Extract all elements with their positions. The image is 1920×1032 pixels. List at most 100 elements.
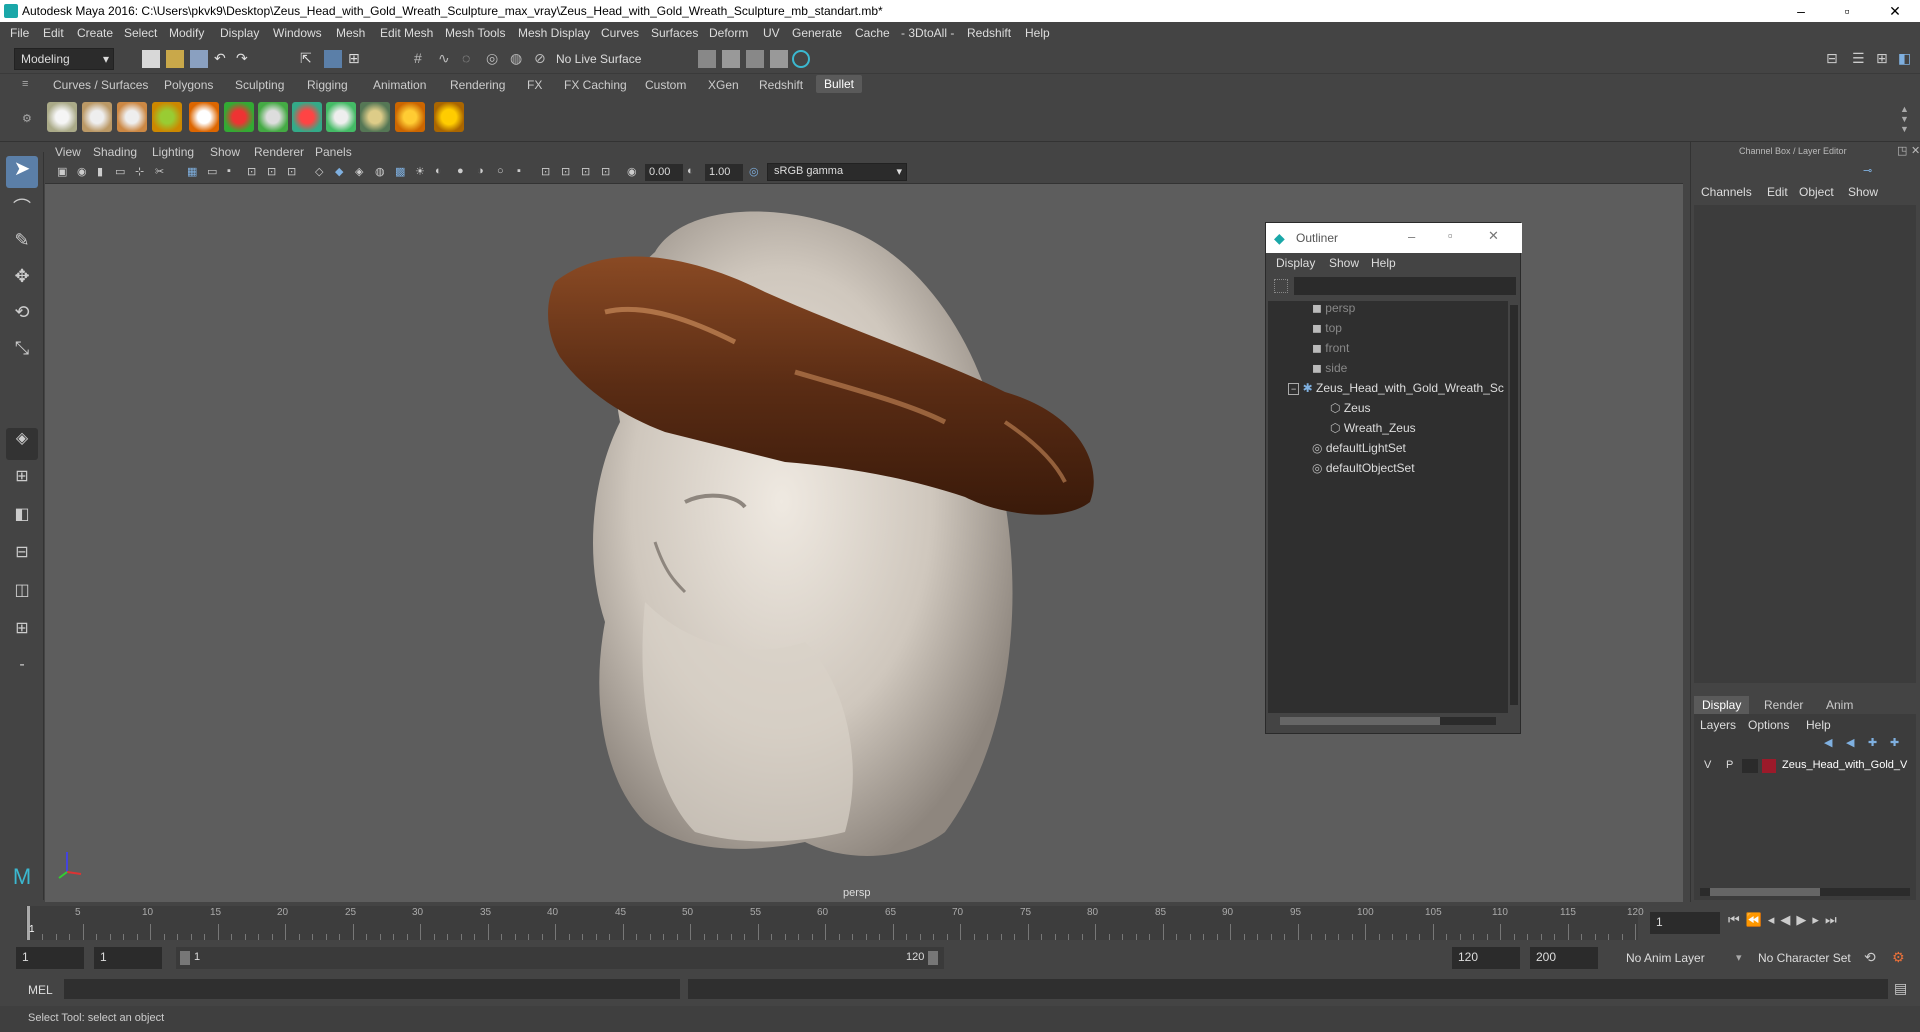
cb-menu-show[interactable]: Show: [1848, 185, 1878, 199]
outliner-menu-help[interactable]: Help: [1371, 256, 1396, 270]
menu-curves[interactable]: Curves: [601, 26, 639, 40]
outliner-hscrollbar[interactable]: [1280, 717, 1496, 725]
layer-name[interactable]: Zeus_Head_with_Gold_V: [1782, 759, 1907, 771]
save-scene-icon[interactable]: [190, 50, 208, 68]
shelf-scroll-icon[interactable]: ▲ ▼ ▼: [1900, 104, 1909, 134]
range-slider[interactable]: 1 120: [176, 947, 944, 969]
menu-deform[interactable]: Deform: [709, 26, 748, 40]
layer-playback-toggle[interactable]: P: [1726, 759, 1733, 771]
xray-icon[interactable]: ⊡: [541, 165, 557, 181]
field-chart-icon[interactable]: ⊡: [247, 165, 263, 181]
cb-menu-object[interactable]: Object: [1799, 185, 1834, 199]
layer-menu-layers[interactable]: Layers: [1700, 718, 1736, 732]
soft-body-icon[interactable]: [117, 102, 147, 132]
outliner-item-side[interactable]: ◼ side: [1312, 361, 1347, 381]
vp-menu-lighting[interactable]: Lighting: [152, 145, 194, 159]
exposure-icon[interactable]: ◉: [627, 165, 643, 181]
select-tool-icon[interactable]: ➤: [6, 156, 38, 188]
isolate-select-icon[interactable]: ▪: [517, 165, 533, 181]
channel-key-icon[interactable]: ⊸: [1863, 164, 1872, 177]
depth-of-field-icon[interactable]: ○: [497, 165, 513, 181]
color-management-icon[interactable]: ◎: [749, 165, 765, 181]
layer-hscroll-thumb[interactable]: [1710, 888, 1820, 896]
outliner-item-group[interactable]: − ✱ Zeus_Head_with_Gold_Wreath_Sc: [1288, 381, 1504, 401]
menu-surfaces[interactable]: Surfaces: [651, 26, 698, 40]
vp-menu-shading[interactable]: Shading: [93, 145, 137, 159]
tab-rendering[interactable]: Rendering: [450, 78, 505, 92]
go-to-start-icon[interactable]: ⏮: [1728, 912, 1746, 927]
outliner-item-top[interactable]: ◼ top: [1312, 321, 1342, 341]
menu-edit-mesh[interactable]: Edit Mesh: [380, 26, 433, 40]
auto-key-icon[interactable]: ⟲: [1864, 949, 1876, 966]
xray-components-icon[interactable]: ⊡: [581, 165, 597, 181]
tab-bullet[interactable]: Bullet: [816, 75, 863, 93]
undo-icon[interactable]: ↶: [214, 50, 232, 68]
tab-anim[interactable]: Anim: [1826, 698, 1853, 712]
menu-mesh-tools[interactable]: Mesh Tools: [445, 26, 505, 40]
render-current-icon[interactable]: [698, 50, 716, 68]
close-icon[interactable]: ✕: [1911, 144, 1920, 157]
move-tool-icon[interactable]: ✥: [6, 266, 38, 298]
color-space-dropdown[interactable]: sRGB gamma ▾: [767, 163, 907, 181]
float-panel-icon[interactable]: ◳: [1897, 144, 1907, 157]
collapse-icon[interactable]: -: [6, 656, 38, 688]
vp-menu-view[interactable]: View: [55, 145, 81, 159]
snap-curve-icon[interactable]: ∿: [438, 50, 456, 68]
grid-icon[interactable]: ▦: [187, 165, 203, 181]
maximize-button[interactable]: ▫: [1824, 0, 1870, 22]
character-set-dropdown[interactable]: No Character Set: [1752, 947, 1862, 969]
outliner-item-zeus[interactable]: ⬡ Zeus: [1330, 401, 1371, 421]
bullet-constraint-icon[interactable]: [152, 102, 182, 132]
minimize-icon[interactable]: –: [1408, 229, 1415, 244]
slider-constraint-icon[interactable]: [292, 102, 322, 132]
tab-polygons[interactable]: Polygons: [164, 78, 213, 92]
outliner-item-wreath[interactable]: ⬡ Wreath_Zeus: [1330, 421, 1416, 441]
cb-menu-channels[interactable]: Channels: [1701, 185, 1752, 199]
select-object-icon[interactable]: [324, 50, 342, 68]
shadows-icon[interactable]: ☀: [415, 165, 431, 181]
collapse-icon[interactable]: −: [1288, 383, 1300, 395]
menu-edit[interactable]: Edit: [43, 26, 64, 40]
hinge-constraint-icon[interactable]: [224, 102, 254, 132]
rigid-body-icon[interactable]: [47, 102, 77, 132]
command-input[interactable]: [64, 979, 680, 999]
tab-rigging[interactable]: Rigging: [307, 78, 348, 92]
modeling-toolkit-icon[interactable]: ⊟: [1826, 50, 1844, 68]
rotate-tool-icon[interactable]: ⟲: [6, 302, 38, 334]
outliner-titlebar[interactable]: ◆ Outliner – ▫ ✕: [1266, 223, 1522, 253]
menu-windows[interactable]: Windows: [273, 26, 322, 40]
menu-redshift[interactable]: Redshift: [967, 26, 1011, 40]
menu-mesh-display[interactable]: Mesh Display: [518, 26, 590, 40]
wireframe-on-shaded-icon[interactable]: ◈: [355, 165, 371, 181]
step-back-frame-icon[interactable]: ◂: [1768, 912, 1781, 927]
attribute-editor-icon[interactable]: ☰: [1852, 50, 1870, 68]
mode-selector[interactable]: Modeling ▾: [14, 48, 114, 70]
move-layer-up-icon[interactable]: ◀: [1824, 736, 1832, 749]
tab-fx[interactable]: FX: [527, 78, 542, 92]
tool-settings-icon[interactable]: ⊞: [1876, 50, 1894, 68]
outliner-layout-icon[interactable]: ◫: [6, 580, 38, 612]
vp-menu-panels[interactable]: Panels: [315, 145, 352, 159]
gamma-icon[interactable]: ◐: [687, 165, 703, 181]
camera-select-icon[interactable]: ▣: [57, 165, 73, 181]
move-layer-down-icon[interactable]: ◀: [1846, 736, 1854, 749]
select-hierarchy-icon[interactable]: ⇱: [300, 50, 318, 68]
step-forward-frame-icon[interactable]: ▸: [1812, 912, 1825, 927]
outliner-item-lightset[interactable]: ◎ defaultLightSet: [1312, 441, 1406, 461]
ragdoll-icon[interactable]: [189, 102, 219, 132]
playback-end-field[interactable]: 120: [1452, 947, 1520, 969]
safe-title-icon[interactable]: ⊡: [287, 165, 303, 181]
menu-modify[interactable]: Modify: [169, 26, 204, 40]
image-plane-icon[interactable]: ▭: [115, 165, 131, 181]
gate-mask-icon[interactable]: ▪: [227, 165, 243, 181]
close-button[interactable]: ✕: [1872, 0, 1918, 22]
menu-help[interactable]: Help: [1025, 26, 1050, 40]
end-time-field[interactable]: 200: [1530, 947, 1598, 969]
skeleton-icon[interactable]: [360, 102, 390, 132]
tab-animation[interactable]: Animation: [373, 78, 426, 92]
tab-display[interactable]: Display: [1694, 696, 1750, 714]
gamma-field[interactable]: 1.00: [705, 164, 743, 181]
use-all-lights-icon[interactable]: ▩: [395, 165, 411, 181]
film-gate-icon[interactable]: ✂: [155, 165, 171, 181]
resolution-gate-icon[interactable]: ▭: [207, 165, 223, 181]
